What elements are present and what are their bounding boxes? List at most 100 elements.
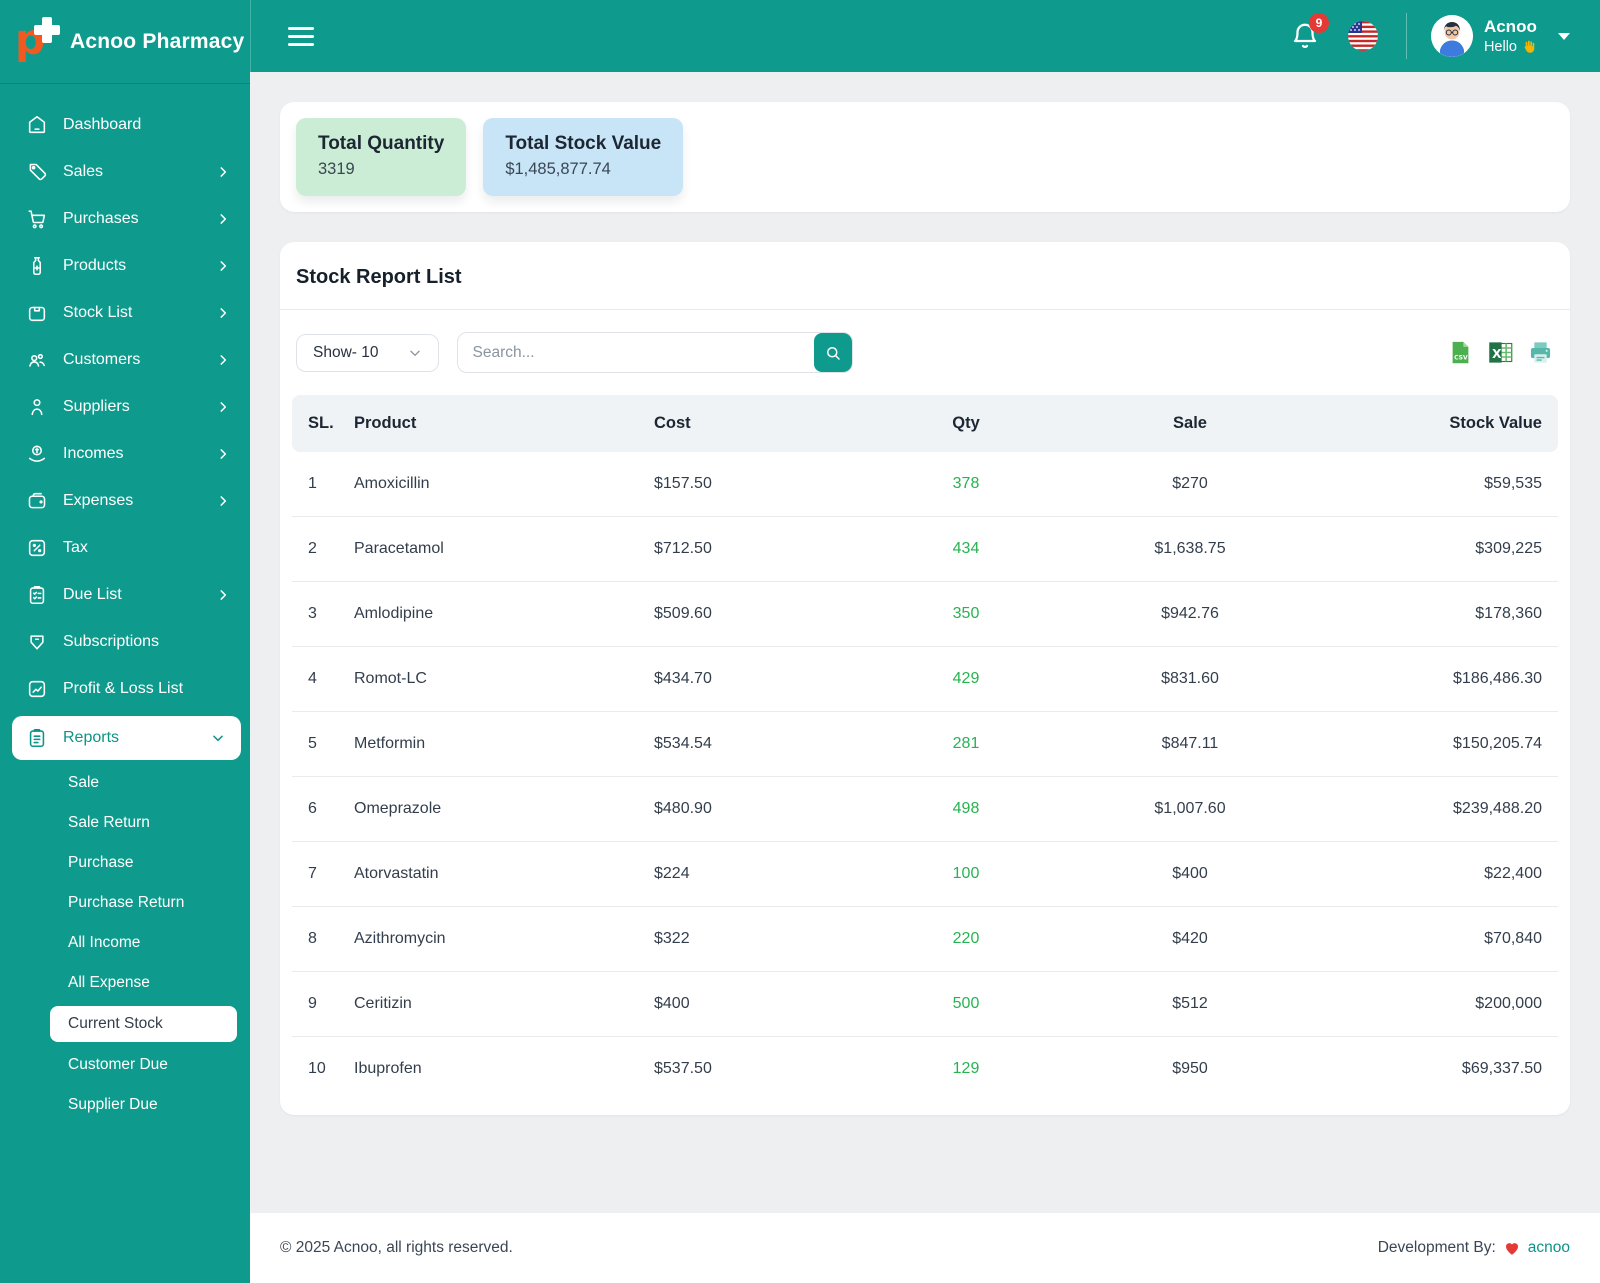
cell-stock-value: $70,840	[1310, 906, 1558, 972]
sidebar-subitem-sale-return[interactable]: Sale Return	[0, 803, 250, 843]
topbar-actions: 9 Acnoo Hello	[1290, 13, 1570, 59]
sidebar-subitem-supplier-due[interactable]: Supplier Due	[0, 1085, 250, 1125]
column-header-cost: Cost	[644, 395, 862, 452]
sidebar-item-suppliers[interactable]: Suppliers	[0, 387, 250, 427]
sidebar-subitem-sale[interactable]: Sale	[0, 763, 250, 803]
cell-qty: 220	[862, 906, 1070, 972]
hamburger-menu-button[interactable]	[284, 23, 318, 50]
cart-icon	[26, 208, 48, 230]
sidebar-item-incomes[interactable]: Incomes	[0, 434, 250, 474]
cell-sale: $942.76	[1070, 581, 1310, 647]
brand[interactable]: p Acnoo Pharmacy	[0, 0, 250, 84]
sidebar-item-label: Products	[63, 257, 127, 274]
cell-sale: $512	[1070, 971, 1310, 1037]
sidebar-subitem-all-expense[interactable]: All Expense	[0, 963, 250, 1003]
cell-qty: 100	[862, 841, 1070, 907]
stock-report-table: SL. Product Cost Qty Sale Stock Value 1 A…	[292, 395, 1558, 1101]
sidebar-item-dashboard[interactable]: Dashboard	[0, 105, 250, 145]
cell-sl: 3	[292, 581, 344, 647]
total-stock-value-card: Total Stock Value $1,485,877.74	[483, 118, 684, 196]
sidebar-item-customers[interactable]: Customers	[0, 340, 250, 380]
developer-credit: Development By: acnoo	[1378, 1239, 1570, 1257]
topbar: 9 Acnoo Hello	[250, 0, 1600, 72]
cell-sale: $1,638.75	[1070, 516, 1310, 582]
sidebar-item-label: Expenses	[63, 492, 134, 509]
cell-cost: $712.50	[644, 516, 862, 582]
sidebar-item-tax[interactable]: Tax	[0, 528, 250, 568]
sidebar-subitem-customer-due[interactable]: Customer Due	[0, 1045, 250, 1085]
user-menu[interactable]: Acnoo Hello	[1430, 15, 1570, 57]
heart-icon	[1503, 1239, 1521, 1257]
sidebar-item-products[interactable]: Products	[0, 246, 250, 286]
table-row: 8 Azithromycin $322 220 $420 $70,840	[292, 906, 1558, 972]
brand-logo-icon: p	[14, 15, 60, 67]
sidebar-item-purchases[interactable]: Purchases	[0, 199, 250, 239]
sidebar-subitem-current-stock[interactable]: Current Stock	[50, 1006, 237, 1042]
column-header-sale: Sale	[1070, 395, 1310, 452]
cell-qty: 500	[862, 971, 1070, 1037]
sidebar-item-stock-list[interactable]: Stock List	[0, 293, 250, 333]
excel-export-icon[interactable]: X	[1487, 339, 1514, 366]
cell-stock-value: $22,400	[1310, 841, 1558, 907]
sidebar-item-due-list[interactable]: Due List	[0, 575, 250, 615]
stock-report-card: Stock Report List Show- 10 Search... CSV…	[280, 242, 1570, 1115]
cell-sl: 10	[292, 1036, 344, 1101]
chevron-down-icon	[1558, 32, 1570, 40]
header-divider	[1405, 13, 1407, 59]
total-quantity-title: Total Quantity	[318, 133, 445, 154]
cell-sale: $1,007.60	[1070, 776, 1310, 842]
table-row: 9 Ceritizin $400 500 $512 $200,000	[292, 971, 1558, 1037]
sidebar-item-sales[interactable]: Sales	[0, 152, 250, 192]
cell-stock-value: $200,000	[1310, 971, 1558, 1037]
search-box	[457, 332, 854, 373]
svg-text:p: p	[15, 16, 45, 62]
cell-sale: $847.11	[1070, 711, 1310, 777]
search-input[interactable]	[458, 333, 815, 372]
sidebar-item-profit-loss-list[interactable]: Profit & Loss List	[0, 669, 250, 709]
notifications-button[interactable]: 9	[1290, 13, 1329, 51]
cell-qty: 429	[862, 646, 1070, 712]
users-icon	[26, 349, 48, 371]
cell-stock-value: $59,535	[1484, 475, 1542, 492]
sidebar-subitem-purchase-return[interactable]: Purchase Return	[0, 883, 250, 923]
sidebar-item-label: Suppliers	[63, 398, 130, 415]
chart-icon	[26, 678, 48, 700]
coin-icon	[26, 443, 48, 465]
brand-name: Acnoo Pharmacy	[70, 29, 245, 53]
sidebar-subitem-purchase[interactable]: Purchase	[0, 843, 250, 883]
cell-qty: 434	[862, 516, 1070, 582]
cell-sl: 2	[292, 516, 344, 582]
print-icon[interactable]	[1527, 339, 1554, 366]
sidebar-item-subscriptions[interactable]: Subscriptions	[0, 622, 250, 662]
cell-sale: $420	[1070, 906, 1310, 972]
cell-sl: 8	[292, 906, 344, 972]
clipboard-icon	[26, 727, 48, 749]
sidebar-item-label: Tax	[63, 539, 88, 556]
column-header-sl: SL.	[292, 395, 344, 452]
total-quantity-value: 3319	[318, 160, 355, 178]
sidebar-item-reports[interactable]: Reports	[12, 716, 241, 760]
search-button[interactable]	[814, 333, 853, 372]
cell-product: Amlodipine	[344, 581, 644, 647]
total-stock-value-value: $1,485,877.74	[505, 160, 611, 178]
chevron-right-icon	[216, 400, 230, 414]
cell-cost: $400	[644, 971, 862, 1037]
csv-export-icon[interactable]: CSV	[1447, 339, 1474, 366]
bottle-icon	[26, 255, 48, 277]
sidebar-item-label: Purchases	[63, 210, 139, 227]
cell-stock-value: $69,337.50	[1310, 1036, 1558, 1101]
developer-link[interactable]: acnoo	[1528, 1239, 1570, 1257]
cell-sl: 7	[292, 841, 344, 907]
search-icon	[827, 346, 841, 360]
sidebar-item-label: Profit & Loss List	[63, 680, 184, 697]
show-entries-select[interactable]: Show- 10	[296, 333, 440, 372]
sidebar-item-expenses[interactable]: Expenses	[0, 481, 250, 521]
svg-text:X: X	[1492, 347, 1502, 361]
sidebar-subitem-all-income[interactable]: All Income	[0, 923, 250, 963]
cell-product: Omeprazole	[344, 776, 644, 842]
notification-badge: 9	[1308, 13, 1329, 33]
percent-icon	[26, 537, 48, 559]
language-flag-button[interactable]	[1347, 21, 1378, 51]
wallet-icon	[26, 490, 48, 512]
shieldtag-icon	[26, 631, 48, 653]
